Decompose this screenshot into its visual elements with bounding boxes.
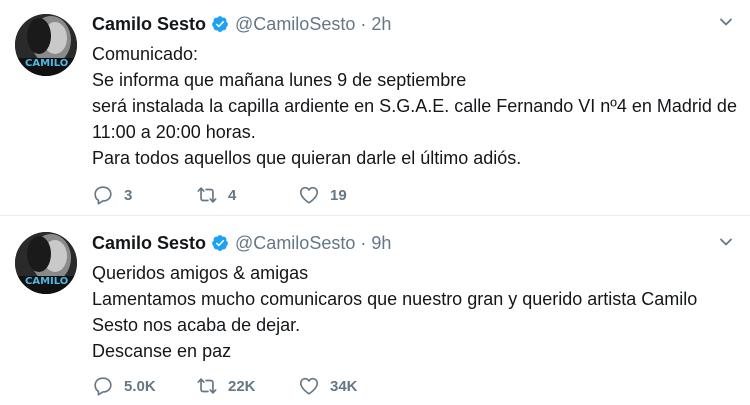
- chevron-down-icon[interactable]: [716, 12, 736, 32]
- like-button[interactable]: 19: [298, 184, 347, 206]
- avatar[interactable]: CAMILO: [15, 232, 77, 294]
- avatar-logo-text: CAMILO: [25, 58, 68, 69]
- retweet-icon: [197, 378, 217, 394]
- tweet-text-line: será instalada la capilla ardiente en S.…: [92, 96, 737, 116]
- tweet-text-line: Para todos aquellos que quieran darle el…: [92, 148, 522, 168]
- chevron-down-icon[interactable]: [716, 232, 736, 252]
- avatar-image: CAMILO: [15, 14, 77, 76]
- retweet-count: 4: [228, 186, 237, 204]
- reply-button[interactable]: 3: [92, 184, 196, 206]
- avatar[interactable]: CAMILO: [15, 14, 77, 76]
- tweet-timestamp[interactable]: 9h: [371, 233, 391, 254]
- separator-dot: ·: [360, 13, 367, 34]
- tweet-text-line: 11:00 a 20:00 horas.: [92, 122, 256, 142]
- heart-icon: [299, 377, 319, 395]
- retweet-count: 22K: [228, 377, 256, 395]
- tweet-text-line: Sesto nos acaba de dejar.: [92, 315, 301, 335]
- tweet[interactable]: CAMILO Camilo Sesto @CamiloSesto · 9h Qu…: [0, 216, 750, 404]
- retweet-icon: [197, 187, 217, 203]
- separator-dot: ·: [360, 232, 367, 253]
- tweet-actions: 3 4 19: [92, 183, 347, 207]
- reply-button[interactable]: 5.0K: [92, 375, 196, 397]
- like-count: 19: [330, 186, 347, 204]
- tweet-text-line: Comunicado:: [92, 44, 199, 64]
- author-handle[interactable]: @CamiloSesto: [235, 14, 355, 35]
- author-handle[interactable]: @CamiloSesto: [235, 233, 355, 254]
- avatar-image: CAMILO: [15, 232, 77, 294]
- reply-count: 3: [124, 186, 133, 204]
- verified-badge-icon: [211, 234, 229, 252]
- tweet-text-line: Descanse en paz: [92, 341, 232, 361]
- avatar-logo-text: CAMILO: [25, 276, 68, 287]
- tweet-header: Camilo Sesto @CamiloSesto · 2h: [92, 11, 391, 37]
- like-button[interactable]: 34K: [298, 375, 358, 397]
- tweet-text: Queridos amigos & amigas Lamentamos much…: [92, 260, 697, 364]
- author-name[interactable]: Camilo Sesto: [92, 14, 206, 35]
- author-name[interactable]: Camilo Sesto: [92, 233, 206, 254]
- tweet-text-line: Se informa que mañana lunes 9 de septiem…: [92, 70, 467, 90]
- tweet-timestamp[interactable]: 2h: [371, 14, 391, 35]
- reply-icon: [94, 186, 112, 205]
- tweet-actions: 5.0K 22K 34K: [92, 374, 358, 398]
- reply-count: 5.0K: [124, 377, 156, 395]
- retweet-button[interactable]: 22K: [196, 375, 298, 397]
- like-count: 34K: [330, 377, 358, 395]
- tweet-text: Comunicado: Se informa que mañana lunes …: [92, 41, 737, 171]
- tweet[interactable]: CAMILO Camilo Sesto @CamiloSesto · 2h Co…: [0, 0, 750, 216]
- reply-icon: [94, 377, 112, 396]
- heart-icon: [299, 186, 319, 204]
- verified-badge-icon: [211, 15, 229, 33]
- retweet-button[interactable]: 4: [196, 184, 298, 206]
- tweet-text-line: Lamentamos mucho comunicaros que nuestro…: [92, 289, 698, 309]
- tweet-header: Camilo Sesto @CamiloSesto · 9h: [92, 230, 391, 256]
- tweet-text-line: Queridos amigos & amigas: [92, 263, 309, 283]
